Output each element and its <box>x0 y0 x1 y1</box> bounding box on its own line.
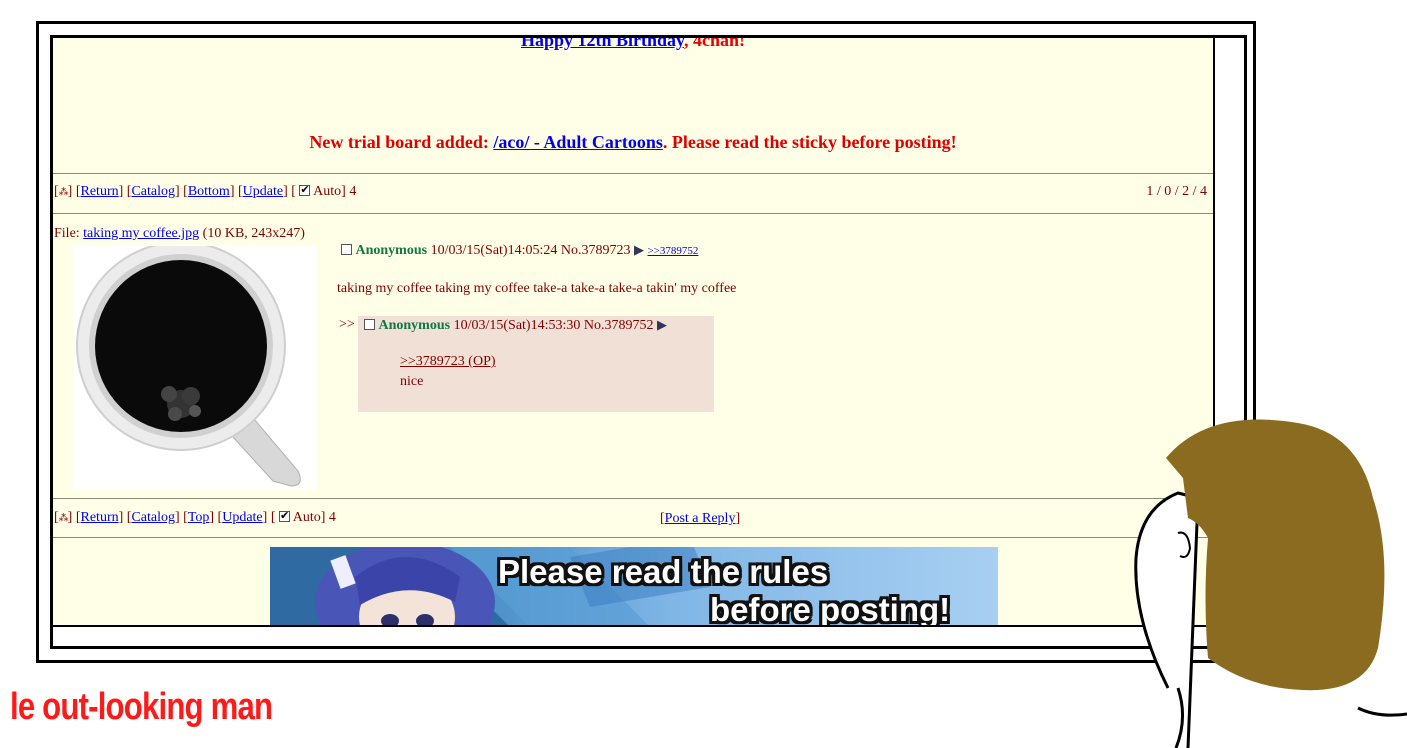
op-post-number[interactable]: No.3789723 <box>561 243 631 258</box>
page-counts: 1 / 0 / 2 / 4 <box>1146 184 1207 199</box>
out-looking-man-figure <box>1134 419 1407 748</box>
board-announcement: New trial board added: /aco/ - Adult Car… <box>53 132 1213 153</box>
divider-top <box>53 173 1213 174</box>
op-poster-name: Anonymous <box>355 243 428 258</box>
op-datetime: 10/03/15(Sat)14:05:24 <box>430 243 558 258</box>
post-reply-link[interactable]: Post a Reply <box>665 511 736 526</box>
reply-menu-arrow-icon[interactable]: ▶ <box>657 318 667 333</box>
reply-side-arrows: >> <box>339 317 355 332</box>
reply-comment: nice <box>400 374 424 389</box>
coffee-thumbnail-image[interactable] <box>73 246 317 490</box>
thread-count: 4 <box>328 510 336 525</box>
auto-update-checkbox[interactable] <box>299 183 311 196</box>
navbar-top: [⁂] [Return] [Catalog] [Bottom] [Update]… <box>54 183 357 200</box>
return-link[interactable]: Return <box>81 510 119 525</box>
return-link[interactable]: Return <box>81 184 119 199</box>
reply-post: Anonymous 10/03/15(Sat)14:53:30 No.37897… <box>358 316 714 412</box>
file-link[interactable]: taking my coffee.jpg <box>83 226 199 241</box>
rules-banner[interactable]: Please read the rules before posting! <box>270 547 998 627</box>
post-reply-container: [Post a Reply] <box>660 511 741 526</box>
birthday-suffix: , 4chan! <box>684 38 746 50</box>
announcement-suffix: . Please read the sticky before posting! <box>662 132 957 152</box>
op-backlink[interactable]: >>3789752 <box>648 245 699 257</box>
thread-count: 4 <box>349 184 357 199</box>
op-comment: taking my coffee taking my coffee take-a… <box>337 281 737 296</box>
caption-text: le out-looking man <box>10 686 273 728</box>
op-post-checkbox[interactable] <box>341 244 352 255</box>
reply-poster-name: Anonymous <box>378 318 451 333</box>
top-link[interactable]: Top <box>188 510 210 525</box>
reply-post-header: Anonymous 10/03/15(Sat)14:53:30 No.37897… <box>364 318 667 334</box>
aco-board-link[interactable]: /aco/ - Adult Cartoons <box>493 132 663 152</box>
anime-girl-icon <box>315 547 495 625</box>
divider-bottom <box>53 498 1213 499</box>
reply-datetime: 10/03/15(Sat)14:53:30 <box>453 318 581 333</box>
announcement-prefix: New trial board added: <box>309 132 494 152</box>
catalog-link[interactable]: Catalog <box>131 510 175 525</box>
birthday-banner: Happy 12th Birthday, 4chan! <box>53 38 1213 51</box>
navbar-bottom: [⁂] [Return] [Catalog] [Top] [Update] [ … <box>54 509 336 526</box>
grid-icon[interactable]: ⁂ <box>59 187 69 198</box>
auto-update-checkbox[interactable] <box>278 509 290 522</box>
bottom-link[interactable]: Bottom <box>188 184 230 199</box>
auto-label: Auto <box>292 510 321 525</box>
update-link[interactable]: Update <box>243 184 283 199</box>
catalog-link[interactable]: Catalog <box>131 184 175 199</box>
divider-banner <box>53 537 1213 538</box>
reply-post-checkbox[interactable] <box>364 319 375 330</box>
reply-post-number[interactable]: No.3789752 <box>584 318 654 333</box>
browser-screen: Happy 12th Birthday, 4chan! New trial bo… <box>53 38 1215 627</box>
rules-line1: Please read the rules <box>498 553 829 590</box>
file-info: File: taking my coffee.jpg (10 KB, 243x2… <box>54 226 305 242</box>
post-menu-arrow-icon[interactable]: ▶ <box>634 243 644 258</box>
update-link[interactable]: Update <box>222 510 262 525</box>
grid-icon[interactable]: ⁂ <box>59 513 69 524</box>
reply-quotelink[interactable]: >>3789723 (OP) <box>400 354 496 370</box>
op-post-header: Anonymous 10/03/15(Sat)14:05:24 No.37897… <box>341 243 698 259</box>
birthday-link[interactable]: Happy 12th Birthday <box>521 38 684 50</box>
divider-nav <box>53 213 1213 214</box>
rules-line2: before posting! <box>710 591 951 627</box>
file-meta: (10 KB, 243x247) <box>199 226 305 241</box>
auto-label: Auto <box>313 184 342 199</box>
file-label: File: <box>54 226 84 241</box>
